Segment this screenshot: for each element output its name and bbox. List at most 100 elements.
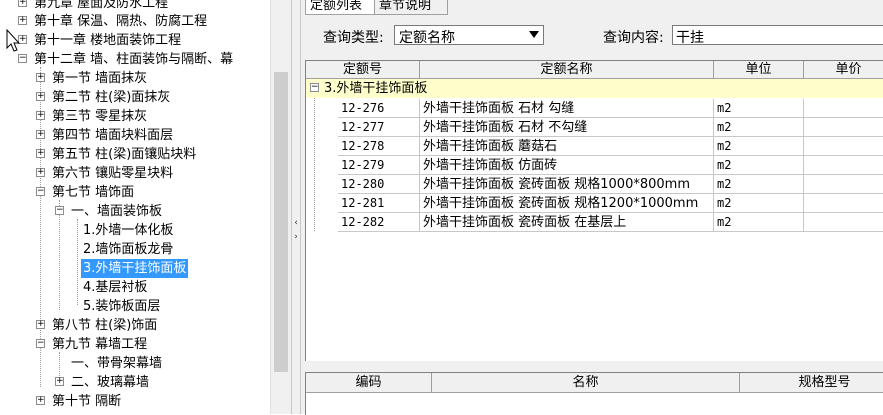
cell-code: 12-276	[338, 99, 420, 118]
column-header-material-name[interactable]: 名称	[432, 373, 740, 393]
column-header-code[interactable]: 定额号	[306, 61, 420, 79]
row-indent	[306, 194, 338, 213]
expand-toggle-icon[interactable]: +	[55, 377, 64, 386]
tree-node-label: 第十一章 楼地面装饰工程	[34, 33, 182, 48]
row-indent	[306, 156, 338, 175]
table-row[interactable]: 12-277 外墙干挂饰面板 石材 不勾缝 m2	[306, 118, 883, 137]
tree-node-label: 第七节 墙饰面	[52, 185, 135, 200]
tree-node-label: 第四节 墙面块料面层	[52, 128, 174, 143]
tree-connector	[77, 219, 78, 305]
cell-price	[804, 99, 883, 118]
column-header-unit[interactable]: 单位	[714, 61, 804, 79]
table-row[interactable]: 12-276 外墙干挂饰面板 石材 勾缝 m2	[306, 99, 883, 118]
tree-node-label: 第十章 保温、隔热、防腐工程	[34, 14, 208, 29]
expand-toggle-icon[interactable]: +	[36, 73, 45, 82]
column-header-spec[interactable]: 规格型号	[740, 373, 883, 393]
cell-code: 12-279	[338, 156, 420, 175]
query-bar: 查询类型: 定额名称 查询内容: 干挂	[301, 24, 883, 48]
table-row[interactable]: 12-279 外墙干挂饰面板 仿面砖 m2	[306, 156, 883, 175]
tree-node-label: 第十节 隔断	[52, 394, 122, 409]
tree-node-label: 第十二章 墙、柱面装饰与隔断、幕	[34, 52, 234, 67]
tree-node-label: 1.外墙一体化板	[83, 223, 174, 238]
expand-toggle-icon[interactable]: +	[36, 130, 45, 139]
cell-price	[804, 118, 883, 137]
tree-node-label: 第三节 零星抹灰	[52, 109, 148, 124]
quota-table: 定额号 定额名称 单位 单价 − 3.外墙干挂饰面板 12-276 外墙干挂饰面…	[305, 60, 883, 361]
tree-node-label: 一、带骨架幕墙	[71, 356, 163, 371]
collapse-toggle-icon[interactable]: −	[55, 206, 64, 215]
collapse-toggle-icon[interactable]: −	[310, 83, 319, 92]
material-table: 编码 名称 规格型号	[305, 372, 883, 415]
expand-toggle-icon[interactable]: +	[36, 149, 45, 158]
collapse-left-arrow-icon[interactable]: ‹	[292, 218, 300, 228]
cell-code: 12-280	[338, 175, 420, 194]
cell-price	[804, 213, 883, 232]
cell-code: 12-277	[338, 118, 420, 137]
cell-unit: m2	[714, 194, 804, 213]
mouse-cursor-icon	[6, 29, 21, 52]
expand-toggle-icon[interactable]: +	[36, 168, 45, 177]
expand-toggle-icon[interactable]: +	[36, 320, 45, 329]
scrollbar-thumb[interactable]	[274, 72, 288, 372]
cell-name: 外墙干挂饰面板 瓷砖面板 规格1200*1000mm	[420, 194, 714, 213]
cell-code: 12-282	[338, 213, 420, 232]
query-content-input[interactable]: 干挂	[672, 25, 883, 46]
query-type-select[interactable]: 定额名称	[394, 25, 544, 46]
query-content-label: 查询内容:	[603, 30, 664, 46]
column-header-price[interactable]: 单价	[804, 61, 883, 79]
tree-node-label: 2.墙饰面板龙骨	[83, 242, 174, 257]
collapse-toggle-icon[interactable]: −	[36, 187, 45, 196]
row-indent	[306, 213, 338, 232]
cell-name: 外墙干挂饰面板 蘑菇石	[420, 137, 714, 156]
table-row[interactable]: 12-278 外墙干挂饰面板 蘑菇石 m2	[306, 137, 883, 156]
table-row[interactable]: 12-280 外墙干挂饰面板 瓷砖面板 规格1000*800mm m2	[306, 175, 883, 194]
cell-unit: m2	[714, 118, 804, 137]
panel-splitter[interactable]: ‹ ›	[291, 0, 301, 414]
cell-name: 外墙干挂饰面板 仿面砖	[420, 156, 714, 175]
tab-chapter-notes[interactable]: 章节说明	[374, 0, 448, 15]
column-header-material-code[interactable]: 编码	[306, 373, 432, 393]
tree-vertical-scrollbar[interactable]	[270, 0, 292, 414]
collapse-right-arrow-icon[interactable]: ›	[292, 232, 300, 242]
tree-node-label: 第一节 墙面抹灰	[52, 71, 148, 86]
row-indent	[306, 99, 338, 118]
tree-node-label: 一、墙面装饰板	[71, 204, 163, 219]
collapse-toggle-icon[interactable]: −	[18, 54, 27, 63]
expand-toggle-icon[interactable]: +	[36, 396, 45, 405]
chevron-down-icon[interactable]	[529, 31, 539, 38]
expand-toggle-icon[interactable]: +	[18, 0, 27, 7]
query-content-value: 干挂	[676, 30, 704, 46]
tree-node-label: 第八节 柱(梁)饰面	[52, 318, 158, 333]
tree-connector	[59, 200, 60, 310]
expand-toggle-icon[interactable]: +	[18, 16, 27, 25]
expand-toggle-icon[interactable]: +	[36, 111, 45, 120]
tree-node-label: 第九节 幕墙工程	[52, 337, 148, 352]
collapse-toggle-icon[interactable]: −	[36, 339, 45, 348]
tree-node-label: 3.外墙干挂饰面板	[81, 259, 189, 278]
expand-toggle-icon[interactable]: +	[36, 92, 45, 101]
group-row[interactable]: − 3.外墙干挂饰面板	[306, 79, 883, 98]
column-header-name[interactable]: 定额名称	[420, 61, 714, 79]
cell-unit: m2	[714, 137, 804, 156]
tree-node-label: 第六节 镶贴零星块料	[52, 166, 174, 181]
group-label: 3.外墙干挂饰面板	[324, 81, 428, 96]
query-type-value: 定额名称	[399, 30, 455, 46]
row-indent	[306, 137, 338, 156]
cell-price	[804, 194, 883, 213]
cell-name: 外墙干挂饰面板 瓷砖面板 规格1000*800mm	[420, 175, 714, 194]
cell-name: 外墙干挂饰面板 石材 勾缝	[420, 99, 714, 118]
table-row[interactable]: 12-281 外墙干挂饰面板 瓷砖面板 规格1200*1000mm m2	[306, 194, 883, 213]
tab-quota-list[interactable]: 定额列表	[305, 0, 379, 15]
cell-unit: m2	[714, 213, 804, 232]
cell-price	[804, 175, 883, 194]
cell-code: 12-281	[338, 194, 420, 213]
table-row[interactable]: 12-282 外墙干挂饰面板 瓷砖面板 在基层上 m2	[306, 213, 883, 232]
cell-code: 12-278	[338, 137, 420, 156]
chapter-tree[interactable]: + 第九章 屋面及防水工程 + 第十章 保温、隔热、防腐工程 + 第十一章 楼地…	[0, 0, 270, 414]
tree-node-label: 二、玻璃幕墙	[71, 375, 150, 390]
right-panel: 定额列表 章节说明 查询类型: 定额名称 查询内容: 干挂 定额号 定额名称 单…	[301, 0, 883, 415]
cell-name: 外墙干挂饰面板 瓷砖面板 在基层上	[420, 213, 714, 232]
cell-unit: m2	[714, 99, 804, 118]
cell-price	[804, 156, 883, 175]
row-indent	[306, 175, 338, 194]
